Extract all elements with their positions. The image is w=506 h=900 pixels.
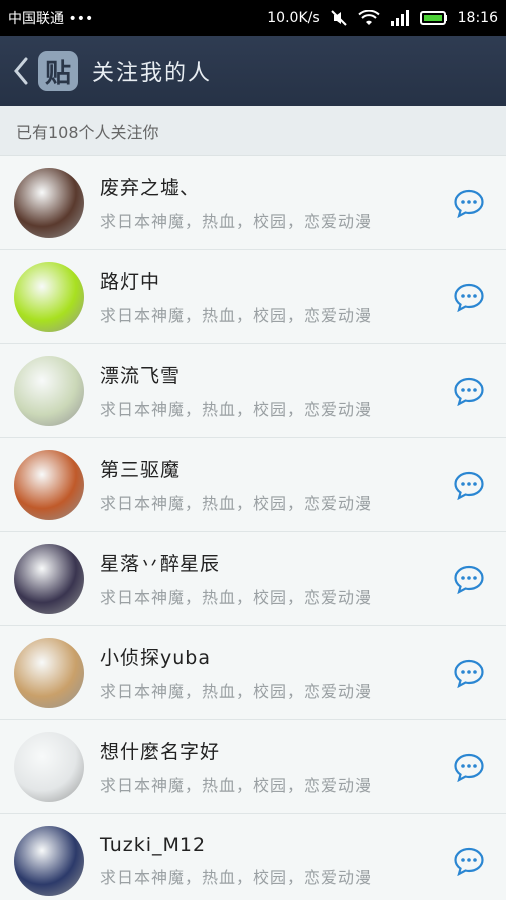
chat-bubble-icon[interactable] xyxy=(452,844,486,878)
avatar[interactable] xyxy=(14,261,84,332)
avatar[interactable] xyxy=(14,355,84,426)
chat-bubble-icon[interactable] xyxy=(452,374,486,408)
mute-icon xyxy=(330,9,348,27)
status-bar: 中国联通 ••• 10.0K/s 18:16 xyxy=(0,0,506,36)
avatar[interactable] xyxy=(14,543,84,614)
chat-bubble-icon[interactable] xyxy=(452,468,486,502)
chevron-left-icon[interactable] xyxy=(4,36,38,106)
follower-info: 星落丷醉星辰求日本神魔，热血，校园，恋爱动漫 xyxy=(100,549,452,608)
avatar[interactable] xyxy=(14,731,84,802)
follower-count: 已有108个人关注你 xyxy=(0,106,506,156)
battery-icon xyxy=(419,10,448,26)
signal-icon xyxy=(390,10,410,26)
chat-bubble-icon[interactable] xyxy=(452,562,486,596)
app-logo: 贴 xyxy=(38,51,78,91)
follower-name[interactable]: 废弃之墟、 xyxy=(100,173,452,200)
clock: 18:16 xyxy=(457,10,498,26)
follower-name[interactable]: 第三驱魔 xyxy=(100,455,452,482)
follower-signature: 求日本神魔，热血，校园，恋爱动漫 xyxy=(100,400,373,419)
follower-name[interactable]: 小侦探yuba xyxy=(100,643,452,670)
list-item[interactable]: 漂流飞雪求日本神魔，热血，校园，恋爱动漫 xyxy=(0,344,506,438)
chat-bubble-icon[interactable] xyxy=(452,750,486,784)
follower-info: 第三驱魔求日本神魔，热血，校园，恋爱动漫 xyxy=(100,455,452,514)
avatar[interactable] xyxy=(14,167,84,238)
follower-signature: 求日本神魔，热血，校园，恋爱动漫 xyxy=(100,494,373,513)
follower-signature: 求日本神魔，热血，校园，恋爱动漫 xyxy=(100,306,373,325)
follower-name[interactable]: 漂流飞雪 xyxy=(100,361,452,388)
follower-signature: 求日本神魔，热血，校园，恋爱动漫 xyxy=(100,212,373,231)
carrier-label: 中国联通 ••• xyxy=(8,11,94,27)
chat-bubble-icon[interactable] xyxy=(452,656,486,690)
follower-signature: 求日本神魔，热血，校园，恋爱动漫 xyxy=(100,776,373,795)
follower-list: 废弃之墟、 求日本神魔，热血，校园，恋爱动漫 路灯中 求日本神魔，热血，校园，恋爱动漫… xyxy=(0,156,506,900)
follower-name[interactable]: 路灯中 xyxy=(100,267,452,294)
follower-name[interactable]: 想什麼名字好 xyxy=(100,737,452,764)
page-title: 关注我的人 xyxy=(92,61,213,86)
follower-info: 小侦探yuba 求日本神魔，热血，校园，恋爱动漫 xyxy=(100,643,452,702)
follower-info: Tuzki_M12 求日本神魔，热血，校园，恋爱动漫 xyxy=(100,834,452,888)
list-item[interactable]: 星落丷醉星辰求日本神魔，热血，校园，恋爱动漫 xyxy=(0,532,506,626)
list-item[interactable]: 第三驱魔求日本神魔，热血，校园，恋爱动漫 xyxy=(0,438,506,532)
follower-info: 路灯中求日本神魔，热血，校园，恋爱动漫 xyxy=(100,267,452,326)
follower-info: 想什麼名字好求日本神魔，热血，校园，恋爱动漫 xyxy=(100,737,452,796)
list-item[interactable]: 路灯中求日本神魔，热血，校园，恋爱动漫 xyxy=(0,250,506,344)
nav-bar: 贴 关注我的人 xyxy=(0,36,506,106)
follower-signature: 求日本神魔，热血，校园，恋爱动漫 xyxy=(100,588,373,607)
avatar[interactable] xyxy=(14,449,84,520)
list-item[interactable]: 想什麼名字好求日本神魔，热血，校园，恋爱动漫 xyxy=(0,720,506,814)
wifi-icon xyxy=(357,10,380,26)
chat-bubble-icon[interactable] xyxy=(452,186,486,220)
follower-signature: 求日本神魔，热血，校园，恋爱动漫 xyxy=(100,682,373,701)
follower-name[interactable]: 星落丷醉星辰 xyxy=(100,549,452,576)
avatar[interactable] xyxy=(14,637,84,708)
list-item[interactable]: Tuzki_M12 求日本神魔，热血，校园，恋爱动漫 xyxy=(0,814,506,900)
follower-info: 漂流飞雪求日本神魔，热血，校园，恋爱动漫 xyxy=(100,361,452,420)
avatar[interactable] xyxy=(14,825,84,896)
list-item[interactable]: 小侦探yuba 求日本神魔，热血，校园，恋爱动漫 xyxy=(0,626,506,720)
list-item[interactable]: 废弃之墟、求日本神魔，热血，校园，恋爱动漫 xyxy=(0,156,506,250)
network-speed: 10.0K/s xyxy=(267,10,320,26)
chat-bubble-icon[interactable] xyxy=(452,280,486,314)
follower-signature: 求日本神魔，热血，校园，恋爱动漫 xyxy=(100,867,373,887)
follower-name[interactable]: Tuzki_M12 xyxy=(100,834,452,856)
follower-info: 废弃之墟、求日本神魔，热血，校园，恋爱动漫 xyxy=(100,173,452,232)
